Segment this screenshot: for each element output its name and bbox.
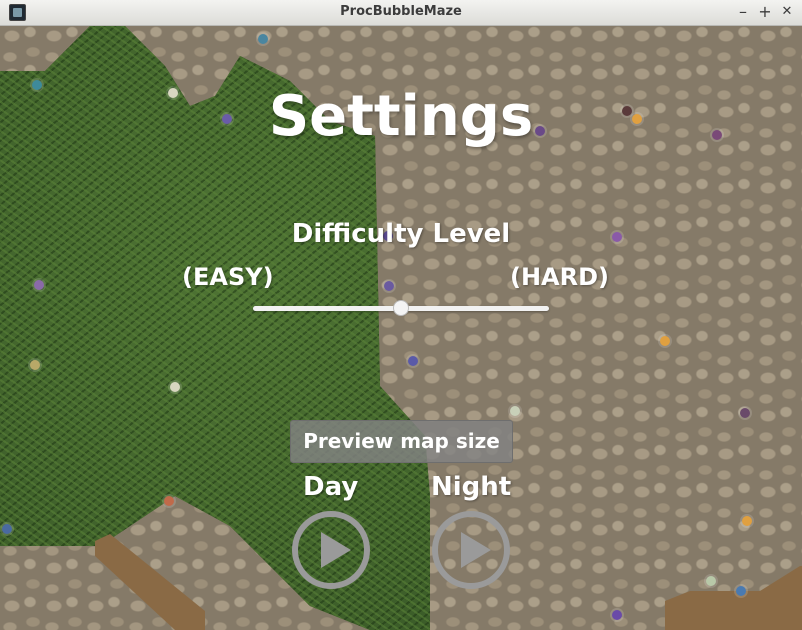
maximize-button[interactable]: +	[756, 3, 774, 21]
flower-decoration	[164, 496, 174, 506]
close-button[interactable]: ✕	[778, 3, 796, 21]
difficulty-max-label: (HARD)	[510, 263, 609, 291]
flower-decoration	[170, 382, 180, 392]
flower-decoration	[612, 610, 622, 620]
difficulty-min-label: (EASY)	[182, 263, 274, 291]
window-titlebar[interactable]: ProcBubbleMaze – + ✕	[0, 0, 802, 26]
preview-map-size-button[interactable]: Preview map size	[290, 420, 513, 463]
flower-decoration	[34, 280, 44, 290]
flower-decoration	[740, 408, 750, 418]
flower-decoration	[384, 281, 394, 291]
difficulty-label: Difficulty Level	[291, 219, 511, 249]
flower-decoration	[258, 34, 268, 44]
settings-title: Settings	[268, 84, 534, 149]
difficulty-slider-thumb[interactable]	[393, 300, 409, 316]
flower-decoration	[736, 586, 746, 596]
flower-decoration	[706, 576, 716, 586]
play-icon	[432, 511, 510, 589]
window-title: ProcBubbleMaze	[340, 4, 462, 19]
flower-decoration	[408, 356, 418, 366]
flower-decoration	[510, 406, 520, 416]
night-label: Night	[431, 472, 512, 502]
night-play-button[interactable]	[431, 510, 511, 590]
minimize-button[interactable]: –	[734, 3, 752, 21]
flower-decoration	[742, 516, 752, 526]
day-play-button[interactable]	[291, 510, 371, 590]
flower-decoration	[2, 524, 12, 534]
play-icon	[292, 511, 370, 589]
difficulty-slider[interactable]	[253, 300, 549, 316]
day-label: Day	[303, 472, 359, 502]
flower-decoration	[660, 336, 670, 346]
flower-decoration	[30, 360, 40, 370]
